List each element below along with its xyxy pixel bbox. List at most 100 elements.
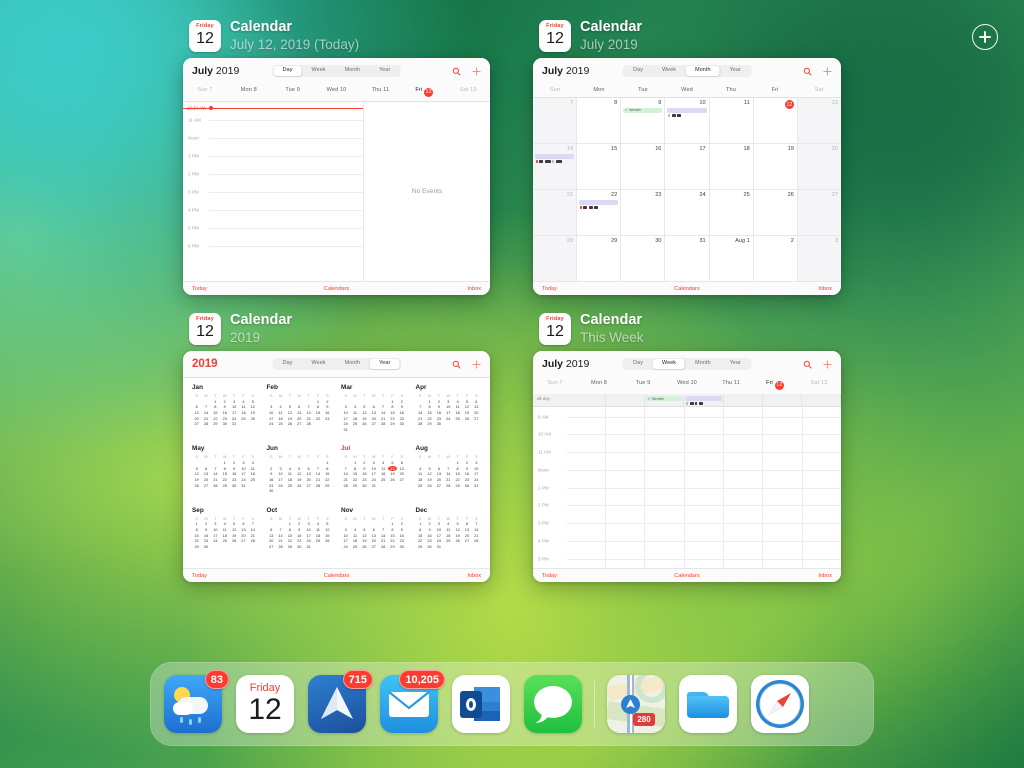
- calendar-footer[interactable]: Today Calendars Inbox: [183, 568, 490, 582]
- segment-day[interactable]: Day: [274, 359, 302, 369]
- year-month-block[interactable]: Jun S M T W T F S 1 2 3 4 5 6 7 8 9 10 11 12 13 14 15 16 17 18 19 2…: [267, 445, 333, 504]
- year-day-cell[interactable]: 28: [304, 421, 313, 427]
- year-day-cell[interactable]: 28: [248, 538, 257, 544]
- day-hours-column[interactable]: 10:34 AM 11 AM Noon 1 PM 2 PM 3 PM 4 PM 5 PM 6 P…: [183, 101, 365, 281]
- year-month-block[interactable]: Oct S M T W T F S 1 2 3 4 5 6 7 8 9 10 11 12 13 14 15 16 17 18 19 2…: [267, 507, 333, 566]
- event-dots[interactable]: [685, 402, 721, 406]
- weekday-thu[interactable]: Thu 11: [358, 84, 402, 101]
- year-day-cell[interactable]: 30: [220, 421, 229, 427]
- footer-calendars[interactable]: Calendars: [324, 286, 350, 292]
- dock-primary-icons[interactable]: 83 Friday 12 715 10,205: [164, 670, 582, 733]
- year-day-cell[interactable]: 24: [267, 421, 276, 427]
- year-day-cell[interactable]: 26: [388, 477, 397, 483]
- month-day-cell[interactable]: 27: [797, 190, 841, 235]
- month-day-cell[interactable]: 11: [710, 98, 754, 143]
- year-day-cell[interactable]: 30: [229, 483, 238, 489]
- year-day-cell[interactable]: 25: [453, 416, 462, 422]
- year-day-cell[interactable]: 25: [378, 477, 387, 483]
- segment-year[interactable]: Year: [370, 66, 399, 76]
- year-day-cell[interactable]: 5: [388, 460, 397, 466]
- year-day-cell[interactable]: 30: [201, 544, 210, 550]
- year-day-cell[interactable]: 29: [220, 483, 229, 489]
- year-day-cell[interactable]: 25: [350, 421, 359, 427]
- event-dots[interactable]: [579, 205, 618, 209]
- view-segmented-control[interactable]: Day Week Month Year: [622, 64, 752, 78]
- calendar-footer[interactable]: Today Calendars Inbox: [183, 281, 490, 295]
- weekday-strip[interactable]: Sun 7 Mon 8 Tue 9 Wed 10 Thu 11 Fri 12 Sa…: [183, 84, 490, 101]
- footer-calendars[interactable]: Calendars: [324, 573, 350, 579]
- year-day-cell[interactable]: 31: [434, 544, 443, 550]
- month-day-cell[interactable]: 28: [533, 236, 578, 281]
- year-day-cell[interactable]: 27: [369, 544, 378, 550]
- calendar-icon[interactable]: Friday 12: [236, 675, 294, 733]
- year-day-cell[interactable]: 30: [360, 483, 369, 489]
- year-month-block[interactable]: Mar S M T W T F S 1 2 3 4 5 6 7 8 9 10 11 12 13 14 15 16 17 18 19 2…: [341, 384, 407, 443]
- month-day-cell[interactable]: 26: [754, 190, 798, 235]
- segment-month[interactable]: Month: [686, 359, 719, 369]
- search-icon[interactable]: [452, 360, 461, 369]
- month-grid[interactable]: 7 8 9 ✓ Wreath 10 11 12 13 14 15 16 17 18 19 20 21 22 23 24…: [533, 98, 841, 281]
- month-day-cell[interactable]: 17: [665, 144, 710, 189]
- event-dots[interactable]: [535, 159, 574, 163]
- add-event-icon[interactable]: [472, 359, 481, 369]
- year-day-cell[interactable]: 27: [397, 477, 406, 483]
- footer-inbox[interactable]: Inbox: [467, 573, 481, 579]
- week-grid[interactable]: 9 AM 10 AM 11 AM Noon 1 PM 2 PM 3 PM 4 PM 5 PM: [533, 406, 841, 568]
- outlook-icon[interactable]: [452, 675, 510, 733]
- year-day-cell[interactable]: 29: [192, 544, 201, 550]
- year-month-block[interactable]: Dec S M T W T F S 1 2 3 4 5 6 7 8 9 10 11 12 13 14 15 16 17 18 19 2…: [416, 507, 482, 566]
- month-day-cell[interactable]: 30: [621, 236, 666, 281]
- month-day-cell[interactable]: 3: [797, 236, 841, 281]
- year-day-cell[interactable]: 29: [388, 544, 397, 550]
- year-day-cell[interactable]: 27: [462, 538, 471, 544]
- weekday-sat[interactable]: Sat 13: [446, 84, 490, 101]
- year-day-cell[interactable]: 31: [472, 483, 481, 489]
- segment-week[interactable]: Week: [653, 66, 685, 76]
- month-day-cell[interactable]: 18: [710, 144, 754, 189]
- year-day-cell[interactable]: 31: [304, 544, 313, 550]
- year-day-cell[interactable]: 31: [229, 421, 238, 427]
- all-day-sat[interactable]: [802, 393, 841, 406]
- year-day-cell[interactable]: 30: [434, 421, 443, 427]
- year-day-cell[interactable]: 26: [462, 416, 471, 422]
- year-day-cell[interactable]: 26: [453, 538, 462, 544]
- month-day-cell[interactable]: 19: [754, 144, 798, 189]
- year-day-cell[interactable]: 27: [369, 421, 378, 427]
- year-month-block[interactable]: Feb S M T W T F S 1 2 3 4 5 6 7 8 9 10 11 12 13 14 15 16 17 18 19 2…: [267, 384, 333, 443]
- all-day-mon[interactable]: [606, 393, 646, 406]
- segment-year[interactable]: Year: [370, 359, 400, 369]
- all-day-tue[interactable]: ✓ Wreath: [645, 393, 685, 406]
- year-day-cell[interactable]: 29: [211, 421, 220, 427]
- weekday-sun[interactable]: Sun 7: [533, 377, 577, 394]
- weekday-mon[interactable]: Mon 8: [227, 84, 271, 101]
- event-pill[interactable]: [667, 107, 707, 113]
- search-icon[interactable]: [803, 67, 812, 76]
- month-day-cell[interactable]: 31: [665, 236, 710, 281]
- calendar-footer[interactable]: Today Calendars Inbox: [533, 281, 841, 295]
- year-day-cell[interactable]: 28: [313, 483, 322, 489]
- year-day-cell[interactable]: 26: [425, 483, 434, 489]
- card-preview[interactable]: July 2019 Day Week Month Year Sun 7 Mon …: [183, 58, 490, 295]
- year-month-block[interactable]: Sep S M T W T F S 1 2 3 4 5 6 7 8 9 10 11 12 13 14 15 16 17 18 19 2…: [192, 507, 258, 566]
- year-day-cell[interactable]: 26: [360, 544, 369, 550]
- year-day-cell[interactable]: 24: [341, 544, 350, 550]
- segment-month[interactable]: Month: [336, 66, 369, 76]
- dock-item-mail[interactable]: 10,205: [380, 670, 445, 733]
- year-day-cell[interactable]: 31: [369, 483, 378, 489]
- month-day-cell[interactable]: 13: [797, 98, 841, 143]
- weekday-thu[interactable]: Thu 11: [709, 377, 753, 394]
- year-day-cell[interactable]: 29: [388, 421, 397, 427]
- year-day-cell[interactable]: 28: [378, 421, 387, 427]
- event-pill[interactable]: ✓ Wreath: [646, 396, 683, 401]
- year-day-cell[interactable]: 27: [295, 421, 304, 427]
- day-events-pane[interactable]: No Events: [364, 102, 490, 282]
- add-window-button[interactable]: [972, 24, 998, 50]
- month-day-cell[interactable]: 20: [797, 144, 841, 189]
- year-day-cell[interactable]: 25: [239, 416, 248, 422]
- year-month-block[interactable]: Apr S M T W T F S 1 2 3 4 5 6 7 8 9 10 11 12 13 14 15 16 17 18 19 2…: [416, 384, 482, 443]
- month-day-cell[interactable]: 14: [533, 144, 578, 189]
- year-day-cell[interactable]: 26: [192, 483, 201, 489]
- calendar-footer[interactable]: Today Calendars Inbox: [533, 568, 841, 582]
- segment-day[interactable]: Day: [273, 66, 302, 76]
- year-day-cell[interactable]: 29: [323, 483, 332, 489]
